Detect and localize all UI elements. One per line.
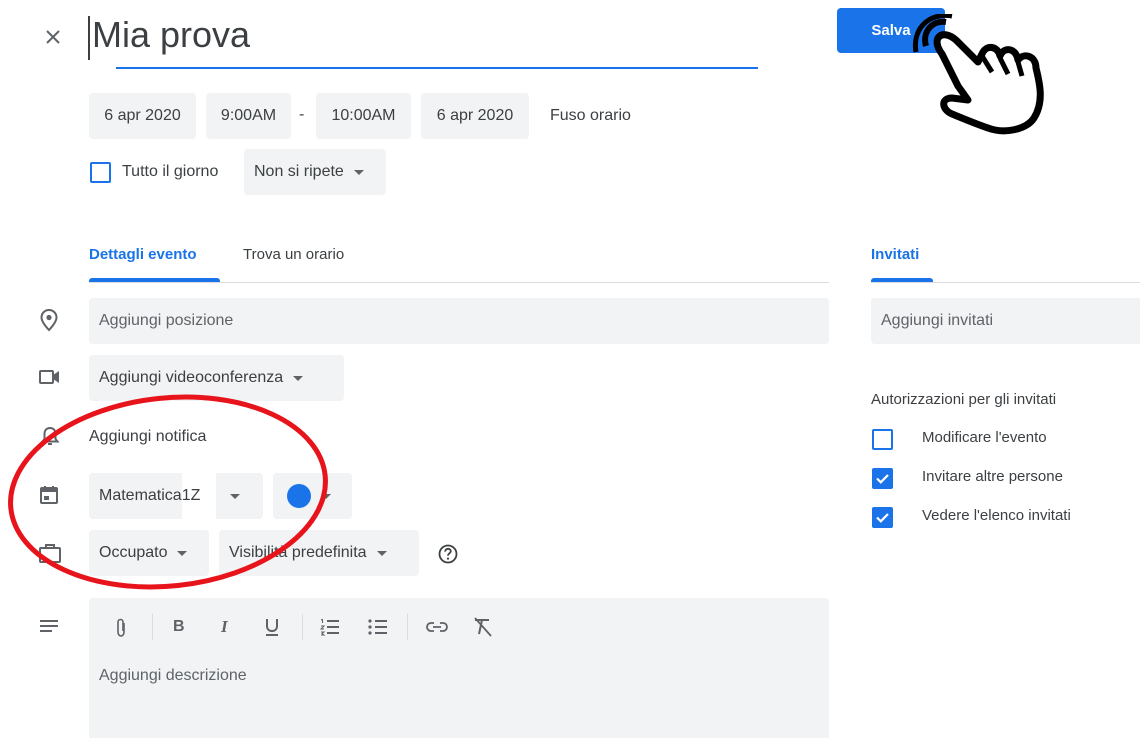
- close-icon[interactable]: [40, 24, 66, 50]
- start-date-chip[interactable]: 6 apr 2020: [89, 93, 196, 139]
- calendar-dropdown[interactable]: Matematica 1Z: [89, 473, 263, 519]
- end-time: 10:00AM: [331, 107, 396, 124]
- time-separator: -: [299, 106, 305, 123]
- end-date: 6 apr 2020: [436, 107, 514, 124]
- end-time-chip[interactable]: 10:00AM: [316, 93, 411, 139]
- all-day-label: Tutto il giorno: [122, 163, 219, 180]
- checkmark-icon: [876, 474, 889, 484]
- underline-icon[interactable]: [264, 616, 280, 638]
- availability-value: Occupato: [99, 544, 168, 561]
- location-input[interactable]: Aggiungi posizione: [89, 298, 829, 344]
- tab-event-details[interactable]: Dettagli evento: [89, 246, 197, 263]
- numbered-list-icon[interactable]: [319, 618, 341, 636]
- visibility-value: Visibilità predefinita: [229, 544, 367, 561]
- permissions-title: Autorizzazioni per gli invitati: [871, 391, 1057, 408]
- end-date-chip[interactable]: 6 apr 2020: [421, 93, 529, 139]
- permission-label-invite: Invitare altre persone: [922, 468, 1063, 485]
- add-guests-placeholder: Aggiungi invitati: [881, 312, 994, 329]
- visibility-dropdown[interactable]: Visibilità predefinita: [219, 530, 419, 576]
- start-date: 6 apr 2020: [104, 107, 181, 124]
- start-time: 9:00AM: [220, 107, 277, 124]
- videoconference-dropdown[interactable]: Aggiungi videoconferenza: [89, 355, 344, 401]
- save-button-label: Salva: [871, 22, 911, 39]
- repeat-value: Non si ripete: [254, 163, 344, 180]
- chevron-down-icon: [177, 550, 188, 556]
- checkmark-icon: [876, 513, 889, 523]
- chevron-down-icon: [321, 493, 331, 499]
- bold-icon[interactable]: B: [173, 618, 185, 636]
- videoconference-label: Aggiungi videoconferenza: [99, 369, 284, 386]
- permission-label-modify: Modificare l'evento: [922, 429, 1047, 446]
- tabs-divider: [89, 282, 829, 283]
- bell-icon: [40, 425, 60, 447]
- description-placeholder: Aggiungi descrizione: [99, 667, 247, 684]
- toolbar-divider: [407, 614, 408, 640]
- title-underline: [116, 67, 758, 69]
- repeat-dropdown[interactable]: Non si ripete: [244, 149, 386, 195]
- availability-dropdown[interactable]: Occupato: [89, 530, 209, 576]
- title-cursor: [88, 16, 90, 60]
- add-guests-input[interactable]: Aggiungi invitati: [871, 298, 1140, 344]
- permission-checkbox-invite[interactable]: [872, 468, 893, 489]
- chevron-down-icon: [229, 493, 240, 499]
- title-input[interactable]: Mia prova: [92, 14, 250, 56]
- permission-label-see-list: Vedere l'elenco invitati: [922, 507, 1071, 524]
- help-icon[interactable]: [437, 543, 459, 565]
- bulleted-list-icon[interactable]: [367, 618, 389, 636]
- all-day-checkbox[interactable]: [90, 162, 111, 183]
- formatting-toolbar: B I: [89, 598, 829, 656]
- calendar-icon: [38, 484, 60, 506]
- chevron-down-icon: [376, 550, 387, 556]
- briefcase-icon: [38, 542, 62, 564]
- calendar-color-dropdown[interactable]: [273, 473, 352, 519]
- timezone-link[interactable]: Fuso orario: [550, 107, 631, 125]
- chevron-down-icon: [353, 169, 364, 175]
- add-notification-link[interactable]: Aggiungi notifica: [89, 428, 206, 446]
- video-camera-icon: [38, 367, 62, 387]
- description-editor[interactable]: B I Aggiungi descrizione: [89, 598, 829, 738]
- start-time-chip[interactable]: 9:00AM: [206, 93, 291, 139]
- location-placeholder: Aggiungi posizione: [99, 312, 234, 329]
- toolbar-divider: [302, 614, 303, 640]
- description-icon: [38, 618, 60, 636]
- toolbar-divider: [152, 614, 153, 640]
- tab-find-time[interactable]: Trova un orario: [243, 246, 344, 263]
- clear-format-icon[interactable]: [471, 616, 495, 638]
- permission-checkbox-modify[interactable]: [872, 429, 893, 450]
- calendar-suffix: 1Z: [181, 473, 216, 519]
- tab-guests[interactable]: Invitati: [871, 246, 919, 263]
- italic-icon[interactable]: I: [221, 617, 228, 637]
- hand-pointer-icon: [912, 12, 1062, 136]
- guests-divider: [871, 282, 1140, 283]
- link-icon[interactable]: [425, 620, 449, 634]
- location-pin-icon: [38, 308, 60, 332]
- calendar-name: Matematica: [99, 487, 182, 504]
- color-swatch: [287, 484, 311, 508]
- attach-icon[interactable]: [113, 617, 129, 639]
- chevron-down-icon: [293, 375, 304, 381]
- permission-checkbox-see-list[interactable]: [872, 507, 893, 528]
